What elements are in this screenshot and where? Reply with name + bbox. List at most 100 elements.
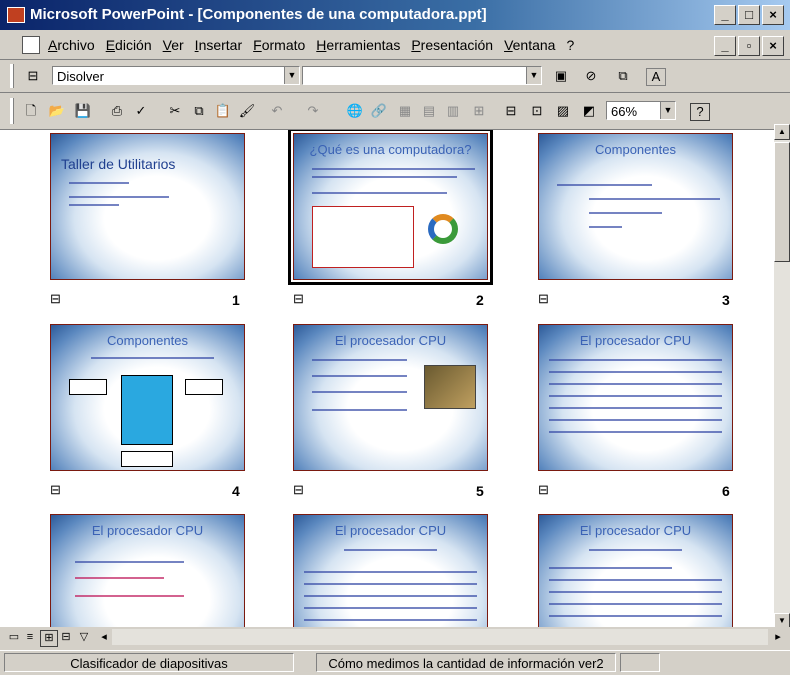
scroll-left-icon[interactable]: ◂ [96,630,112,645]
horizontal-scroll-track[interactable] [112,629,768,645]
doc-restore-button[interactable]: ▫ [738,36,760,56]
menu-bar: Archivo Edición Ver Insertar Formato Her… [0,31,790,60]
slide-title: El procesador CPU [91,523,204,538]
transition-select[interactable]: Disolver ▼ [52,66,300,85]
slide-sorter-view-icon[interactable]: ⊞ [40,630,58,647]
insert-chart-icon[interactable]: ▥ [444,103,462,119]
slide-title: El procesador CPU [579,523,692,538]
menu-archivo[interactable]: Archivo [48,37,95,53]
slide-title: Componentes [595,142,676,157]
slide-transition-icon[interactable]: ⊟ [293,482,304,498]
document-icon[interactable] [22,36,40,54]
status-bar: Clasificador de diapositivas Cómo medimo… [0,650,790,675]
zoom-select[interactable]: 66% ▼ [606,101,676,120]
slide-show-icon[interactable]: ▽ [76,630,92,645]
slide-title: El procesador CPU [334,333,447,348]
doc-minimize-button[interactable]: _ [714,36,736,56]
undo-icon[interactable]: ↶ [268,103,286,119]
status-design-name: Cómo medimos la cantidad de información … [316,653,616,672]
menu-herramientas[interactable]: Herramientas [316,37,400,53]
slide-number: 3 [722,292,730,308]
paste-icon[interactable]: 📋 [214,103,232,119]
tables-borders-icon[interactable]: ▤ [420,103,438,119]
hyperlink-icon[interactable]: 🌐 [346,103,364,119]
slide-transition-icon[interactable]: ⊟ [538,482,549,498]
slide-thumbnail-1[interactable]: Taller de Utilitarios [50,133,245,280]
rehearse-timings-icon[interactable]: ⧉ [614,68,632,84]
chevron-down-icon[interactable]: ▼ [526,67,541,84]
redo-icon[interactable]: ↷ [304,103,322,119]
outline-view-icon[interactable]: ≡ [22,630,38,645]
view-buttons-bar: ▭ ≡ ⊞ ⊟ ▽ ◂ ▸ [0,627,790,648]
slide-thumbnail-7[interactable]: El procesador CPU [50,514,245,627]
slide-thumbnail-5[interactable]: El procesador CPU [293,324,488,471]
scroll-up-icon[interactable]: ▲ [774,124,790,140]
slide-transition-icon[interactable]: ⊟ [293,291,304,307]
slide-sorter-toolbar: ⊟ Disolver ▼ ▼ ▣ ⊘ ⧉ A [0,60,790,93]
hide-slide-icon[interactable]: ⊘ [582,68,600,84]
web-toolbar-icon[interactable]: 🔗 [370,103,388,119]
slide-thumbnail-4[interactable]: Componentes [50,324,245,471]
menu-insertar[interactable]: Insertar [195,37,242,53]
transition-value: Disolver [57,69,104,84]
slide-title: El procesador CPU [579,333,692,348]
new-slide-icon[interactable]: ⊞ [470,103,488,119]
new-document-icon[interactable]: 🗋 [22,103,40,119]
help-icon[interactable]: ? [690,103,710,121]
grayscale-icon[interactable]: ▨ [554,103,572,119]
slide-transition-icon[interactable]: ⊟ [24,68,42,84]
maximize-button[interactable]: □ [738,5,760,25]
scroll-right-icon[interactable]: ▸ [770,630,786,645]
zoom-value: 66% [611,104,638,119]
menu-formato[interactable]: Formato [253,37,305,53]
normal-view-icon[interactable]: ▭ [6,630,22,645]
slide-transition-icon[interactable]: ⊟ [50,291,61,307]
spellcheck-icon[interactable]: ✓ [132,103,150,119]
show-formatting-icon[interactable]: A [646,68,666,86]
slide-thumbnail-2[interactable]: ¿Qué es una computadora? [288,130,493,285]
save-icon[interactable]: 💾 [74,103,92,119]
open-folder-icon[interactable]: 📂 [48,103,66,119]
chevron-down-icon[interactable]: ▼ [660,102,675,119]
insert-table-icon[interactable]: ▦ [396,103,414,119]
expand-all-icon[interactable]: ⊟ [502,103,520,119]
slide-number: 4 [232,483,240,499]
slide-thumbnail-6[interactable]: El procesador CPU [538,324,733,471]
menu-ver[interactable]: Ver [163,37,184,53]
cut-icon[interactable]: ✂ [166,103,184,119]
standard-toolbar: 🗋 📂 💾 ⎙ ✓ ✂ ⧉ 📋 🖌 ↶ ↷ 🌐 🔗 ▦ ▤ ▥ ⊞ ⊟ ⊡ ▨ … [0,93,790,130]
minimize-button[interactable]: _ [714,5,736,25]
copy-icon[interactable]: ⧉ [190,103,208,119]
toolbar-grip[interactable] [10,64,14,88]
slide-title: ¿Qué es una computadora? [309,142,472,157]
menu-presentacion[interactable]: Presentación [411,37,493,53]
chevron-down-icon[interactable]: ▼ [284,67,299,84]
format-painter-icon[interactable]: 🖌 [238,103,256,119]
menu-ventana[interactable]: Ventana [504,37,555,53]
slide-thumbnail-8[interactable]: El procesador CPU [293,514,488,627]
slide-transition-icon[interactable]: ⊟ [50,482,61,498]
menu-help[interactable]: ? [566,37,574,53]
show-formatting-icon[interactable]: ⊡ [528,103,546,119]
close-button[interactable]: × [762,5,784,25]
notes-view-icon[interactable]: ⊟ [58,630,74,645]
summary-slide-icon[interactable]: ▣ [552,68,570,84]
toolbar-grip[interactable] [10,98,14,124]
slide-table [312,206,414,268]
cpu-diagram [121,375,173,445]
slide-thumbnail-3[interactable]: Componentes [538,133,733,280]
vertical-scrollbar[interactable]: ▲ ▼ [774,124,790,629]
doc-close-button[interactable]: × [762,36,784,56]
slide-number: 5 [476,483,484,499]
slide-transition-icon[interactable]: ⊟ [538,291,549,307]
cycle-diagram [428,214,458,244]
color-view-icon[interactable]: ◩ [580,103,598,119]
menu-edicion[interactable]: Edición [106,37,152,53]
animation-select[interactable]: ▼ [302,66,542,85]
scroll-thumb[interactable] [774,142,790,262]
slide-number: 1 [232,292,240,308]
slide-thumbnail-9[interactable]: El procesador CPU [538,514,733,627]
print-icon[interactable]: ⎙ [108,103,126,119]
powerpoint-app-icon[interactable] [7,7,25,23]
slide-title: El procesador CPU [334,523,447,538]
